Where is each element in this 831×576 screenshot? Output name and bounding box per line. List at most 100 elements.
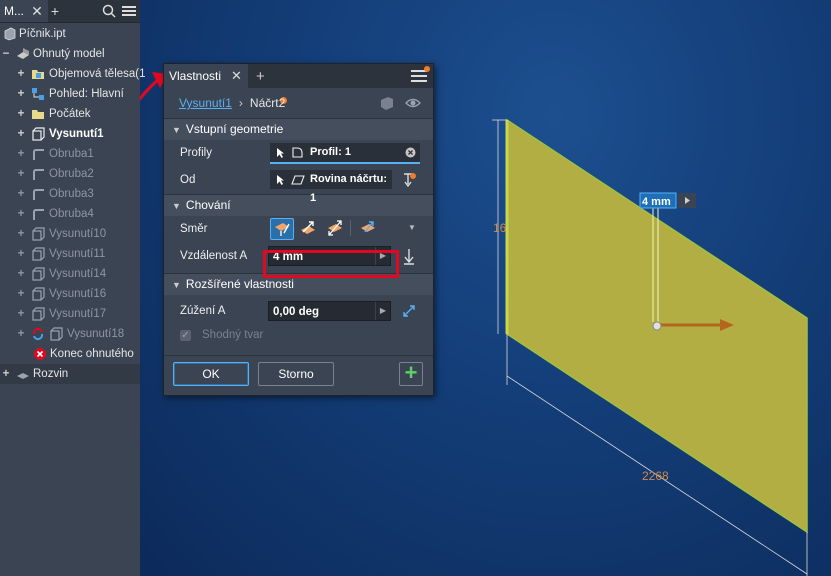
expand-icon[interactable]: +: [16, 264, 26, 284]
expand-icon[interactable]: +: [16, 244, 26, 264]
collapse-triangle-icon: ▼: [172, 280, 181, 290]
properties-tab-label: Vlastnosti: [169, 69, 222, 83]
distance-to-icon[interactable]: [402, 248, 416, 266]
browser-tab[interactable]: M... ✕: [0, 0, 48, 22]
expand-icon[interactable]: +: [16, 284, 26, 304]
apply-plus-button[interactable]: +: [399, 362, 423, 386]
expand-icon[interactable]: +: [16, 324, 26, 344]
from-options-icon[interactable]: [402, 172, 416, 188]
part-file-icon: [4, 27, 16, 41]
direction-symmetric-button[interactable]: [324, 218, 346, 238]
browser-tab-bar: M... ✕ +: [0, 0, 140, 23]
expand-icon[interactable]: +: [16, 304, 26, 324]
cursor-icon: [277, 148, 284, 158]
add-tab-icon[interactable]: +: [256, 68, 265, 85]
profile-icon: [292, 147, 303, 158]
panel-menu-icon[interactable]: [411, 66, 430, 82]
expand-icon[interactable]: +: [16, 84, 26, 104]
taper-row: Zúžení A 0,00 deg ▶: [164, 298, 433, 325]
dimension-input-text: 4 mm: [642, 196, 671, 208]
menu-icon[interactable]: [122, 4, 136, 18]
direction-label: Směr: [180, 223, 208, 235]
clear-selection-icon[interactable]: [405, 147, 416, 158]
expand-icon[interactable]: +: [16, 184, 26, 204]
match-shape-checkbox[interactable]: ✓: [180, 330, 191, 341]
height-dimension-text: 16: [493, 221, 507, 235]
taper-input[interactable]: 0,00 deg ▶: [268, 301, 391, 321]
tree-item-view[interactable]: + Pohled: Hlavní: [0, 84, 140, 104]
tree-item-extrusion17[interactable]: + Vysunutí17: [0, 304, 140, 324]
flat-pattern-icon: [17, 373, 29, 379]
breadcrumb-sketch[interactable]: Náčrt2: [250, 96, 285, 110]
manipulator-origin[interactable]: [652, 321, 662, 331]
direction-asymmetric-button[interactable]: [357, 218, 379, 238]
tree-item-end-of-folded[interactable]: Konec ohnutého: [0, 344, 140, 364]
tree-item-extrusion1[interactable]: + Vysunutí1: [0, 124, 140, 144]
taper-options-icon[interactable]: ▶: [375, 302, 390, 320]
flange-icon: [33, 209, 44, 220]
cancel-button[interactable]: Storno: [258, 362, 334, 386]
tree-item-document[interactable]: Píčnik.ipt: [0, 24, 140, 44]
extrude-icon: [32, 127, 45, 141]
collapse-icon[interactable]: −: [1, 44, 11, 64]
tree-item-origin[interactable]: + Počátek: [0, 104, 140, 124]
extrude-icon: [50, 327, 63, 341]
tree-item-flat-pattern[interactable]: + Rozvin: [0, 364, 140, 384]
profiles-row: Profily Profil: 1: [164, 140, 433, 167]
separator: [350, 220, 351, 236]
expand-icon[interactable]: +: [16, 64, 26, 84]
tree-item-flange1[interactable]: + Obruba1: [0, 144, 140, 164]
tree-item-flange4[interactable]: + Obruba4: [0, 204, 140, 224]
expand-icon[interactable]: +: [16, 104, 26, 124]
browser-tree: Píčnik.ipt − Ohnutý model + Objemová těl…: [0, 24, 146, 384]
profiles-selector[interactable]: Profil: 1: [270, 143, 420, 164]
folder-icon: [32, 70, 44, 79]
refresh-icon: [32, 327, 44, 341]
chevron-right-icon: ›: [238, 96, 243, 110]
tree-item-extrusion14[interactable]: + Vysunutí14: [0, 264, 140, 284]
ok-button[interactable]: OK: [173, 362, 249, 386]
direction-default-button[interactable]: [270, 218, 294, 240]
tree-item-solid-bodies[interactable]: + Objemová tělesa(1: [0, 64, 146, 84]
highlight-frame: [263, 250, 399, 278]
tree-item-extrusion11[interactable]: + Vysunutí11: [0, 244, 140, 264]
sheet-metal-icon: [17, 48, 29, 59]
flange-icon: [33, 169, 44, 180]
match-shape-row: ✓ Shodný tvar: [164, 325, 433, 349]
preview-solid-icon[interactable]: [379, 95, 395, 111]
breadcrumb-feature-link[interactable]: Vysunutí1: [179, 96, 232, 110]
width-dimension-text: 2268: [642, 469, 669, 483]
tree-item-extrusion18[interactable]: + Vysunutí18: [0, 324, 140, 344]
breadcrumb: Vysunutí1 › Náčrt2: [164, 88, 433, 118]
expand-icon[interactable]: +: [16, 144, 26, 164]
cursor-icon: [277, 175, 284, 185]
section-input-geometry[interactable]: ▼ Vstupní geometrie: [164, 118, 433, 140]
flip-taper-icon[interactable]: [402, 304, 416, 318]
tree-item-sheet-metal-model[interactable]: − Ohnutý model: [0, 44, 140, 64]
tree-item-flange2[interactable]: + Obruba2: [0, 164, 140, 184]
flange-icon: [33, 149, 44, 160]
expand-icon[interactable]: +: [16, 204, 26, 224]
expand-icon[interactable]: +: [1, 364, 11, 384]
direction-row: Směr ▼: [164, 216, 433, 243]
expand-icon[interactable]: +: [16, 224, 26, 244]
close-icon[interactable]: ✕: [30, 0, 44, 22]
from-selector[interactable]: Rovina náčrtu: 1: [270, 170, 392, 204]
expand-icon[interactable]: +: [16, 124, 26, 144]
section-behavior[interactable]: ▼ Chování: [164, 194, 433, 216]
search-icon[interactable]: [102, 4, 116, 18]
panel-tab-bar: Vlastnosti ✕ +: [164, 64, 433, 88]
direction-flipped-button[interactable]: [297, 218, 319, 238]
properties-tab[interactable]: Vlastnosti ✕: [164, 64, 248, 88]
expand-icon[interactable]: +: [16, 164, 26, 184]
chevron-down-icon[interactable]: ▼: [408, 223, 416, 232]
extrude-icon: [32, 267, 45, 281]
close-icon[interactable]: ✕: [231, 64, 242, 88]
tree-item-flange3[interactable]: + Obruba3: [0, 184, 140, 204]
eye-icon[interactable]: [405, 95, 421, 111]
profiles-label: Profily: [180, 147, 212, 159]
extrude-icon: [32, 307, 45, 321]
add-tab-icon[interactable]: +: [48, 3, 62, 19]
tree-item-extrusion16[interactable]: + Vysunutí16: [0, 284, 140, 304]
tree-item-extrusion10[interactable]: + Vysunutí10: [0, 224, 140, 244]
